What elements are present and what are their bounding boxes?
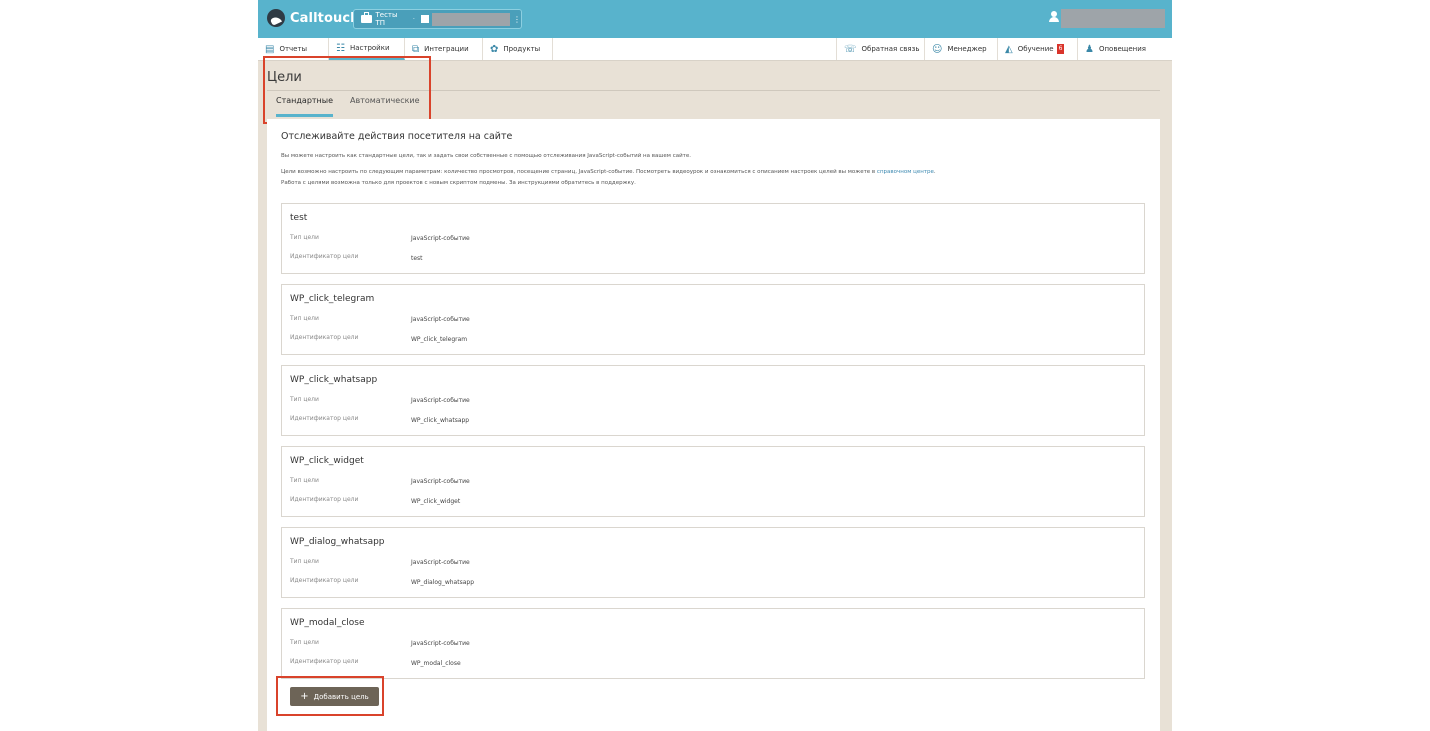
goal-id-value: WP_click_whatsapp — [411, 417, 470, 424]
goal-id-label: Идентификатор цели — [290, 253, 359, 260]
menu-item-label: Оповещения — [1098, 45, 1147, 53]
intro-paragraph: Вы можете настроить как стандартные цели… — [281, 153, 691, 159]
goal-card[interactable]: WP_dialog_whatsapp Тип цели JavaScript-с… — [281, 527, 1145, 598]
goal-type-value: JavaScript-событие — [411, 397, 470, 404]
manager-icon: ☺ — [932, 43, 943, 55]
menu-item-education[interactable]: ◭ Обучение 6 — [998, 38, 1078, 60]
menu-item-label: Интеграции — [424, 45, 469, 53]
goal-type-value: JavaScript-событие — [411, 235, 470, 242]
menu-item-feedback[interactable]: ☏ Обратная связь — [836, 38, 925, 60]
goal-type-label: Тип цели — [290, 234, 319, 241]
goal-id-value: WP_click_widget — [411, 498, 461, 505]
redacted-user-name[interactable] — [1061, 9, 1165, 28]
menu-item-manager[interactable]: ☺ Менеджер — [925, 38, 998, 60]
goal-card[interactable]: test Тип цели JavaScript-событие Идентиф… — [281, 203, 1145, 274]
calltouch-logo-icon — [267, 9, 285, 27]
goal-id-value: WP_click_telegram — [411, 336, 468, 343]
integrations-icon: ⧉ — [412, 43, 420, 55]
more-vertical-icon[interactable]: ⋮ — [513, 15, 521, 24]
app-window: Calltouch Тесты ТП · ⋮ ▤ Отчеты ☷ Настро… — [258, 0, 1172, 731]
menu-item-label: Отчеты — [279, 45, 308, 53]
goal-name: WP_modal_close — [290, 618, 365, 628]
menu-item-label: Продукты — [503, 45, 541, 53]
project-separator: · — [412, 15, 416, 23]
intro-text: Цели возможно настроить по следующим пар… — [281, 169, 877, 175]
brand-name: Calltouch — [290, 10, 360, 26]
goal-id-value: test — [411, 255, 423, 262]
goal-type-value: JavaScript-событие — [411, 478, 470, 485]
report-icon: ▤ — [265, 43, 275, 55]
menu-item-label: Настройки — [349, 44, 390, 52]
education-icon: ◭ — [1005, 43, 1013, 55]
goals-panel: Отслеживайте действия посетителя на сайт… — [267, 119, 1160, 731]
education-badge: 6 — [1056, 44, 1065, 54]
menu-item-label: Обратная связь — [861, 45, 920, 53]
goal-id-label: Идентификатор цели — [290, 577, 359, 584]
goal-name: WP_click_widget — [290, 456, 364, 466]
goal-name: WP_click_whatsapp — [290, 375, 378, 385]
goal-card[interactable]: WP_click_telegram Тип цели JavaScript-со… — [281, 284, 1145, 355]
products-icon: ✿ — [490, 43, 499, 55]
goal-id-value: WP_dialog_whatsapp — [411, 579, 475, 586]
annotation-highlight-add-button — [276, 676, 384, 716]
goal-name: WP_click_telegram — [290, 294, 375, 304]
goal-type-label: Тип цели — [290, 639, 319, 646]
redacted-site-name — [431, 12, 510, 26]
goal-id-label: Идентификатор цели — [290, 658, 359, 665]
goal-card[interactable]: WP_click_widget Тип цели JavaScript-собы… — [281, 446, 1145, 517]
intro-paragraph-help: Цели возможно настроить по следующим пар… — [281, 169, 936, 175]
annotation-highlight-tabs — [263, 56, 431, 124]
goal-type-label: Тип цели — [290, 558, 319, 565]
bell-icon: ♟ — [1085, 43, 1094, 55]
intro-text-end: . — [933, 169, 936, 175]
feedback-icon: ☏ — [844, 43, 857, 55]
goal-name: WP_dialog_whatsapp — [290, 537, 385, 547]
goal-type-label: Тип цели — [290, 477, 319, 484]
goal-id-label: Идентификатор цели — [290, 415, 359, 422]
goal-type-value: JavaScript-событие — [411, 316, 470, 323]
goal-type-label: Тип цели — [290, 396, 319, 403]
site-icon — [421, 15, 429, 23]
settings-icon: ☷ — [336, 42, 345, 54]
calltouch-logo[interactable]: Calltouch — [267, 9, 360, 27]
goal-card[interactable]: WP_click_whatsapp Тип цели JavaScript-со… — [281, 365, 1145, 436]
intro-title: Отслеживайте действия посетителя на сайт… — [281, 131, 513, 142]
menu-item-products[interactable]: ✿ Продукты — [483, 38, 553, 60]
goal-card[interactable]: WP_modal_close Тип цели JavaScript-событ… — [281, 608, 1145, 679]
user-icon[interactable] — [1049, 11, 1059, 23]
help-center-link[interactable]: справочном центре — [877, 169, 934, 175]
goal-name: test — [290, 213, 308, 223]
menu-item-label: Обучение — [1017, 45, 1054, 53]
goal-type-label: Тип цели — [290, 315, 319, 322]
briefcase-icon — [361, 12, 372, 23]
intro-paragraph-note: Работа с целями возможна только для прое… — [281, 180, 636, 186]
project-name: Тесты ТП — [375, 11, 398, 27]
goal-id-label: Идентификатор цели — [290, 496, 359, 503]
project-selector[interactable]: Тесты ТП · ⋮ — [353, 9, 522, 29]
goal-type-value: JavaScript-событие — [411, 559, 470, 566]
goal-id-label: Идентификатор цели — [290, 334, 359, 341]
top-header: Calltouch Тесты ТП · ⋮ — [258, 0, 1172, 38]
menu-item-notifications[interactable]: ♟ Оповещения — [1078, 38, 1172, 60]
menu-item-label: Менеджер — [947, 45, 987, 53]
goal-type-value: JavaScript-событие — [411, 640, 470, 647]
goal-id-value: WP_modal_close — [411, 660, 461, 667]
